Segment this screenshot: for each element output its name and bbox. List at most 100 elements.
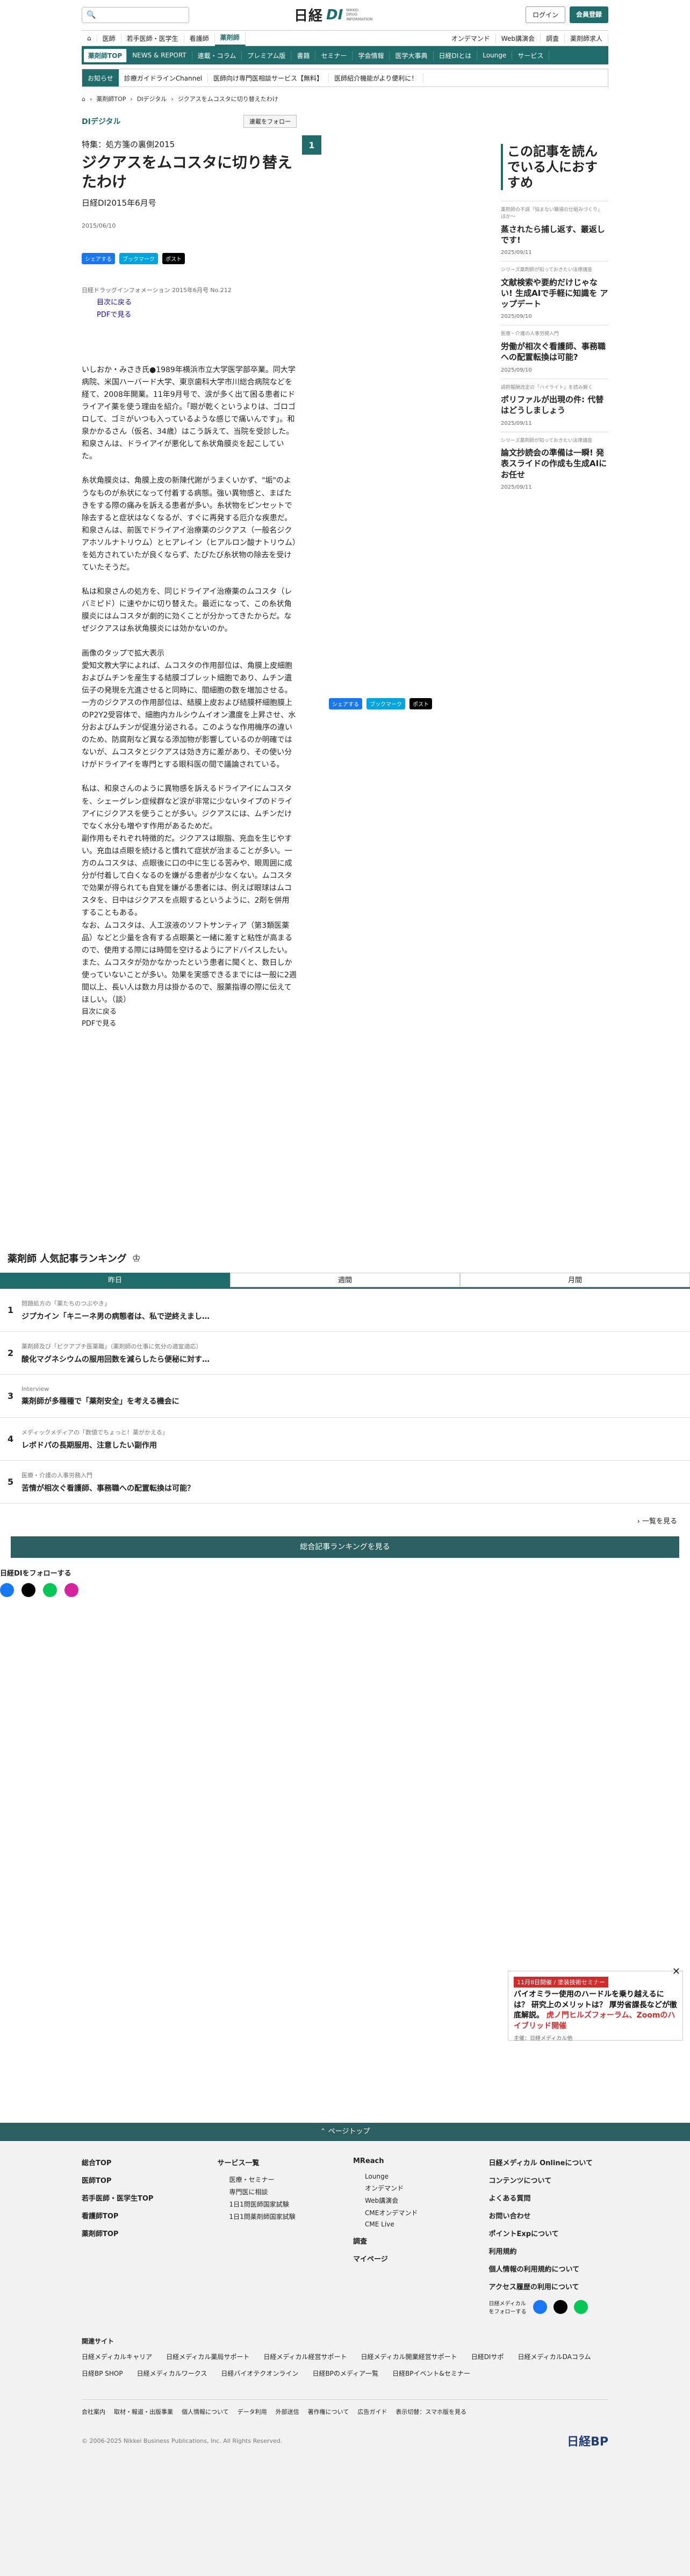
- subnav-seminar[interactable]: セミナー: [315, 50, 353, 60]
- ad-banner[interactable]: ✕ 11月8日開催 / 塗装技術セミナー バイオミラー使用のハードルを乗り越える…: [508, 1966, 683, 2042]
- home-icon[interactable]: ⌂: [82, 96, 85, 103]
- nav-web-lecture[interactable]: Web講演会: [496, 33, 541, 43]
- breadcrumb-item[interactable]: DIデジタル: [137, 95, 167, 103]
- x-post-button[interactable]: ポスト: [162, 252, 185, 264]
- tab-yesterday[interactable]: 昨日: [0, 1273, 230, 1287]
- image-tap-note[interactable]: 画像のタップで拡大表示: [82, 648, 297, 660]
- ranking-item[interactable]: 2 薬剤師及び「ピクアプチ医薬職」（薬剤師の仕事に気分の適宜適応） 酸化マグネシウム…: [0, 1332, 690, 1375]
- footer-link[interactable]: 専門医に相談: [229, 2187, 337, 2196]
- article-category[interactable]: DIデジタル: [82, 116, 121, 127]
- footer-link[interactable]: サービス一覧: [218, 2157, 337, 2167]
- footer-link[interactable]: お問い合わせ: [489, 2210, 609, 2221]
- pdf-link[interactable]: PDFで見る: [82, 1018, 297, 1030]
- footer-bottom-link[interactable]: 会社案内: [82, 2407, 105, 2416]
- related-link[interactable]: 日経メディカルキャリア: [82, 2352, 152, 2361]
- footer-link[interactable]: CMEオンデマンド: [365, 2208, 473, 2217]
- footer-link[interactable]: MReach: [353, 2157, 473, 2165]
- subnav-dictionary[interactable]: 医学大事典: [390, 50, 434, 60]
- line-icon[interactable]: [43, 1583, 57, 1597]
- footer-link[interactable]: 薬剤師TOP: [82, 2228, 202, 2238]
- recommend-item[interactable]: 調剤報酬改定の「ハイライト」を読み解く ポリファルが出現の件: 代替はどうしましょ…: [501, 378, 608, 432]
- related-link[interactable]: 日経メディカル薬局サポート: [166, 2352, 249, 2361]
- breadcrumb-item[interactable]: 薬剤師TOP: [96, 95, 126, 103]
- subnav-top[interactable]: 薬剤師TOP: [84, 48, 127, 62]
- notice-item[interactable]: 医師向け専門医相談サービス【無料】: [208, 73, 329, 83]
- footer-bottom-link[interactable]: 表示切替：スマホ版を見る: [396, 2407, 466, 2416]
- toc-link[interactable]: 目次に戻る: [82, 1006, 297, 1018]
- footer-link[interactable]: アクセス履歴の利用について: [489, 2281, 609, 2291]
- footer-link[interactable]: よくある質問: [489, 2193, 609, 2203]
- all-ranking-button[interactable]: 総合記事ランキングを見る: [11, 1536, 679, 1558]
- line-icon[interactable]: [573, 2300, 588, 2314]
- footer-bottom-link[interactable]: 著作権について: [308, 2407, 349, 2416]
- subnav-column[interactable]: 連載・コラム: [192, 50, 242, 60]
- footer-link[interactable]: ポイントExpについて: [489, 2228, 609, 2238]
- x-post-button[interactable]: ポスト: [409, 698, 432, 709]
- home-icon[interactable]: ⌂: [82, 34, 97, 42]
- footer-bottom-link[interactable]: 取材・報道・出版事業: [114, 2407, 173, 2416]
- subnav-service[interactable]: サービス: [512, 50, 550, 60]
- subnav-books[interactable]: 書籍: [291, 50, 316, 60]
- related-link[interactable]: 日経メディカルワークス: [137, 2369, 207, 2378]
- related-link[interactable]: 日経バイオテクオンライン: [221, 2369, 298, 2378]
- footer-bottom-link[interactable]: 個人情報について: [182, 2407, 229, 2416]
- site-logo[interactable]: 日経 DI NIKKEI DRUG INFORMATION: [294, 5, 372, 25]
- recommend-item[interactable]: シリーズ薬剤師が知っておきたい法律講座 文献検索や要約だけじゃない! 生成AIで手…: [501, 261, 608, 325]
- footer-link[interactable]: CME Live: [365, 2221, 473, 2228]
- footer-link[interactable]: 医師TOP: [82, 2175, 202, 2185]
- nav-pharmacist[interactable]: 薬剤師: [214, 30, 246, 46]
- subnav-conference[interactable]: 学会情報: [353, 50, 390, 60]
- footer-link[interactable]: 医療・セミナー: [229, 2175, 337, 2184]
- nav-survey[interactable]: 調査: [541, 33, 565, 43]
- recommend-item[interactable]: 医療・介護の人事労務入門 労働が相次ぐ看護師、事務職への配置転換は可能? 2025/…: [501, 325, 608, 378]
- pdf-link[interactable]: PDFで見る: [97, 309, 297, 319]
- page-top-button[interactable]: ⌃ ページトップ: [0, 2123, 690, 2141]
- related-link[interactable]: 日経BPイベント&セミナー: [392, 2369, 470, 2378]
- ranking-item[interactable]: 5 医療・介護の人事労務入門 苦情が相次ぐ看護師、事務職への配置転換は可能？: [0, 1461, 690, 1504]
- footer-link[interactable]: 看護師TOP: [82, 2210, 202, 2221]
- nav-doctor[interactable]: 医師: [97, 33, 121, 43]
- facebook-share-button[interactable]: シェアする: [82, 252, 115, 264]
- footer-link[interactable]: 調査: [353, 2236, 473, 2246]
- nav-young-doctor[interactable]: 若手医師・医学生: [121, 33, 184, 43]
- search-input[interactable]: [99, 11, 184, 19]
- toc-link[interactable]: 目次に戻る: [97, 296, 297, 307]
- footer-bottom-link[interactable]: 外部送信: [276, 2407, 299, 2416]
- nav-nurse[interactable]: 看護師: [184, 33, 215, 43]
- facebook-icon[interactable]: [533, 2300, 547, 2314]
- recommend-item[interactable]: シリーズ薬剤師が知っておきたい法律講座 論文抄読会の準備は一瞬! 発表スライドの作…: [501, 431, 608, 496]
- hatena-bookmark-button[interactable]: ブックマーク: [366, 698, 405, 709]
- login-button[interactable]: ログイン: [525, 6, 565, 23]
- register-button[interactable]: 会員登録: [569, 6, 608, 23]
- related-link[interactable]: 日経メディカル経営サポート: [263, 2352, 347, 2361]
- related-link[interactable]: 日経メディカルDAコラム: [518, 2352, 591, 2361]
- footer-link[interactable]: 利用規約: [489, 2246, 609, 2256]
- nikkei-bp-logo[interactable]: 日経BP: [567, 2432, 608, 2449]
- footer-bottom-link[interactable]: 広告ガイド: [357, 2407, 387, 2416]
- footer-link[interactable]: 1日1問医師国家試験: [229, 2200, 337, 2209]
- related-link[interactable]: 日経DIサポ: [471, 2352, 504, 2361]
- subnav-about[interactable]: 日経DIとは: [434, 50, 478, 60]
- ranking-item[interactable]: 4 メディックメディアの「数値でちょっと！薬がかえる」 レボドパの長期服用、注意した…: [0, 1418, 690, 1461]
- tab-weekly[interactable]: 週間: [230, 1273, 460, 1287]
- related-link[interactable]: 日経BP SHOP: [82, 2369, 123, 2378]
- subnav-lounge[interactable]: Lounge: [477, 52, 513, 59]
- x-icon[interactable]: [553, 2300, 567, 2314]
- footer-link[interactable]: 日経メディカル Onlineについて: [489, 2157, 609, 2167]
- footer-link[interactable]: マイページ: [353, 2253, 473, 2263]
- notice-item[interactable]: 診療ガイドラインChannel: [119, 73, 209, 83]
- facebook-icon[interactable]: [0, 1583, 14, 1597]
- ranking-item[interactable]: 1 問題処方の「薬たちのつぶやき」 ジプカイン「キニーネ男の病態者は、私で逆終えまし…: [0, 1289, 690, 1332]
- related-link[interactable]: 日経BPのメディア一覧: [312, 2369, 378, 2378]
- nav-ondemand[interactable]: オンデマンド: [446, 33, 496, 43]
- footer-link[interactable]: 個人情報の利用規約について: [489, 2263, 609, 2274]
- follow-series-button[interactable]: 連載をフォロー: [243, 115, 297, 128]
- close-icon[interactable]: ✕: [672, 1966, 680, 1977]
- footer-link[interactable]: 総合TOP: [82, 2157, 202, 2167]
- recommend-item[interactable]: 薬剤師の不調「悩まない職場の仕組みづくり」 ほか～ 蒸されたら捕し返す、叢返しです…: [501, 201, 608, 261]
- subnav-news[interactable]: NEWS & REPORT: [127, 52, 192, 59]
- footer-bottom-link[interactable]: データ利用: [238, 2407, 267, 2416]
- footer-link[interactable]: Lounge: [365, 2173, 473, 2180]
- magazine-image[interactable]: 日経ドラッグインフォメーション 2015年6月号 No.212: [82, 286, 297, 294]
- ranking-more-link[interactable]: › 一覧を見る: [0, 1515, 690, 1526]
